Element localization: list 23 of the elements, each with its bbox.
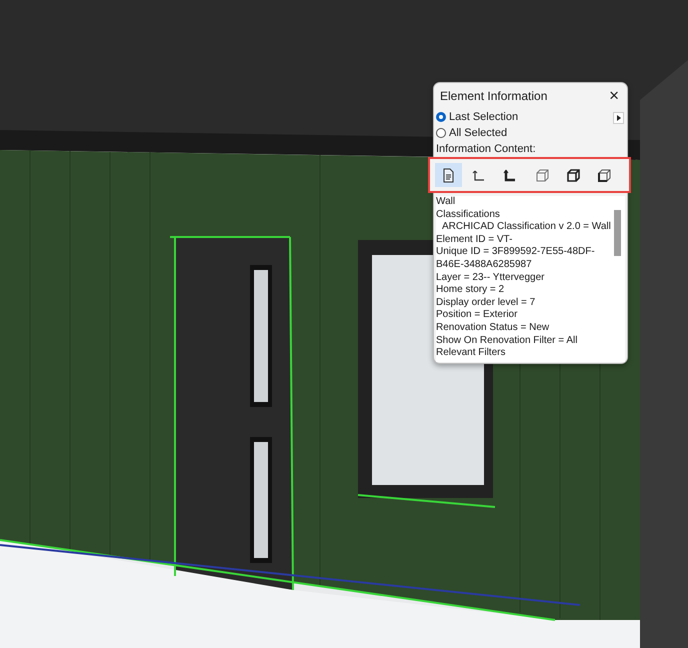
- radio-label[interactable]: All Selected: [449, 127, 508, 139]
- cube-icon: [564, 166, 581, 184]
- info-line: Home story = 2: [436, 284, 506, 297]
- section-label: Information Content:: [435, 142, 537, 157]
- info-line: Display order level = 7: [436, 296, 536, 310]
- radio-label[interactable]: Last Selection: [449, 111, 518, 123]
- info-line: ARCHICAD Classification v 2.0 = Wall: [441, 221, 611, 234]
- info-line: Position = Exterior: [436, 309, 518, 322]
- info-line: Element ID = VT-: [436, 234, 514, 246]
- radio-button[interactable]: [436, 128, 446, 138]
- cube-icon: [595, 166, 612, 184]
- info-line: Classifications: [436, 208, 501, 222]
- panel-title: Element Information: [440, 89, 548, 103]
- radio-button[interactable]: [436, 112, 446, 122]
- scrollbar-thumb[interactable]: [614, 210, 621, 256]
- close-button[interactable]: ×: [607, 89, 621, 103]
- info-line: Show On Renovation Filter = All: [436, 334, 578, 348]
- info-line: Renovation Status = New: [436, 322, 550, 335]
- content-button[interactable]: [435, 163, 462, 187]
- info-line: Wall: [436, 196, 456, 209]
- info-line: Unique ID = 3F899592-7E55-48DF-B46E-3488A6285987: [436, 246, 596, 272]
- info-line: Layer = 23-- Yttervegger: [436, 272, 546, 284]
- info-line: Relevant Filters: [436, 347, 506, 360]
